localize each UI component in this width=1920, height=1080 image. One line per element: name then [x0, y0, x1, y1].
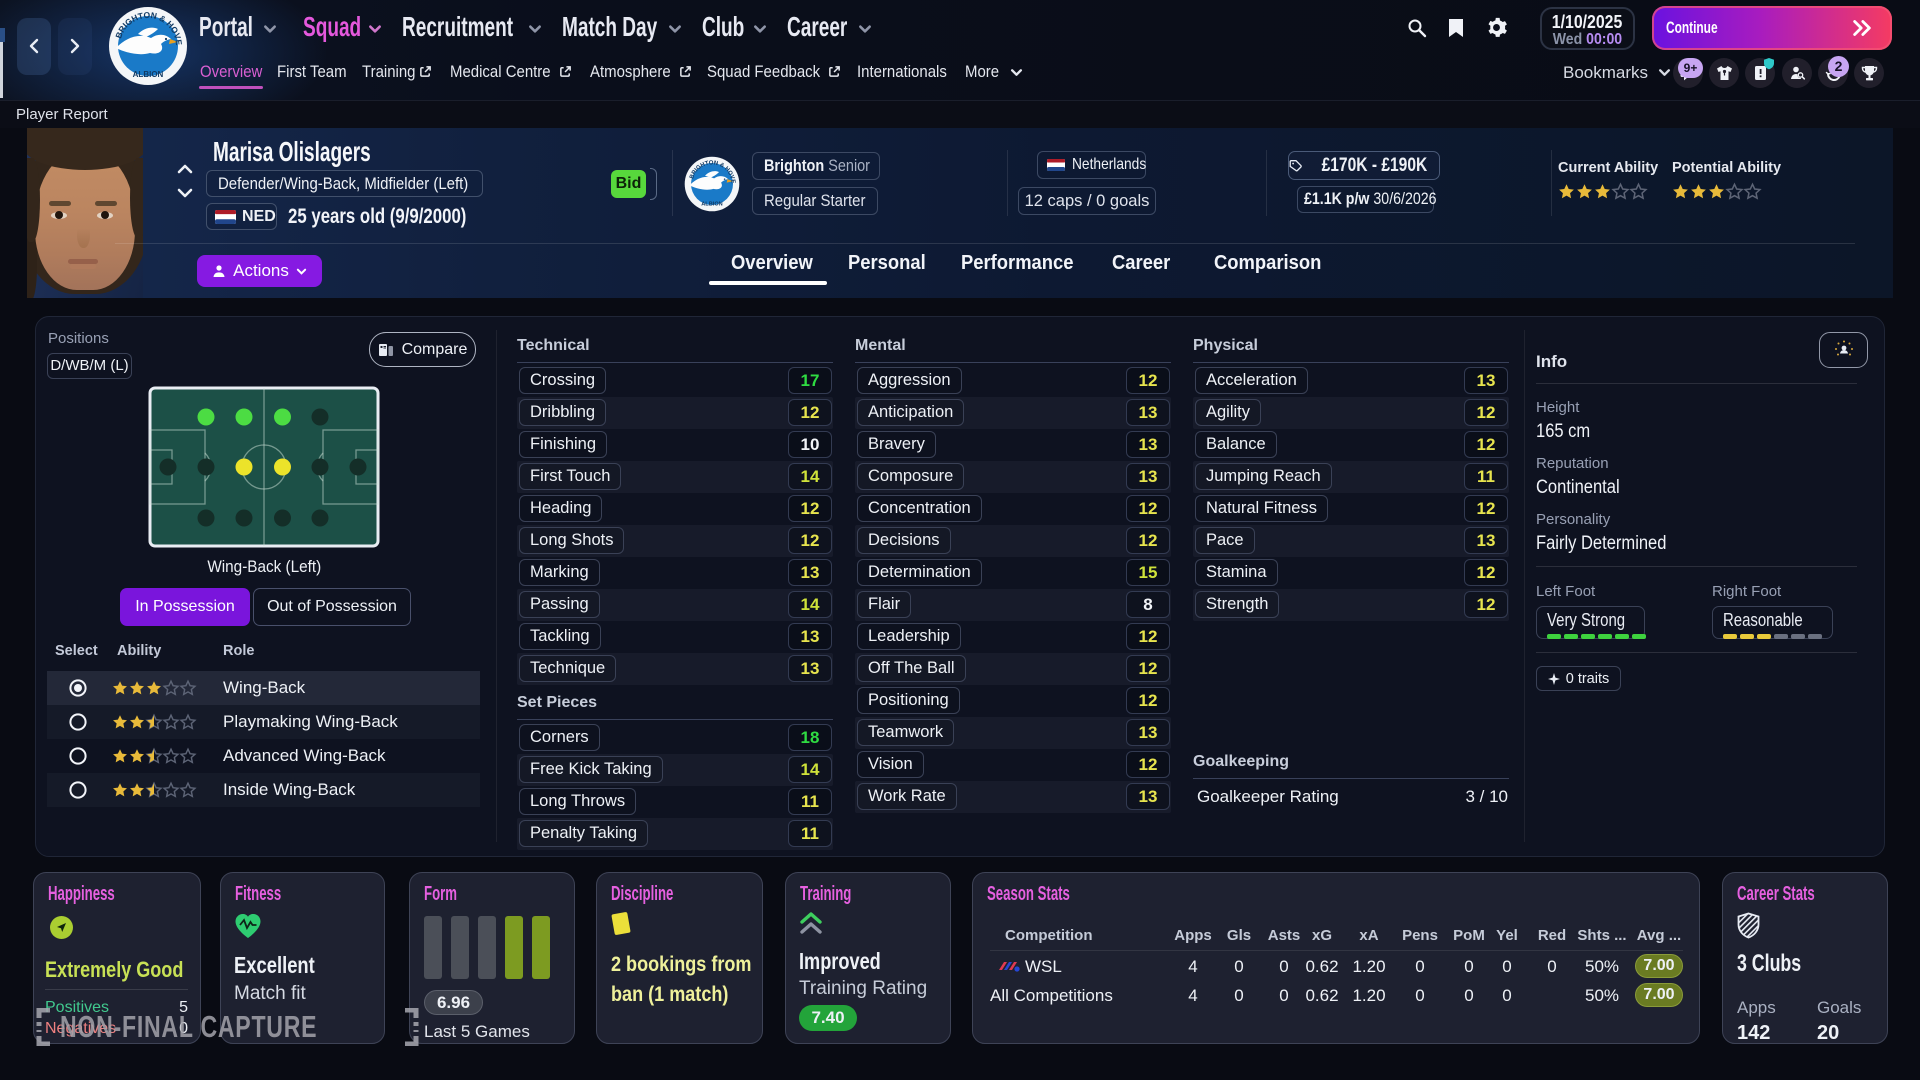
svg-text:ALBION: ALBION: [701, 202, 722, 208]
svg-text:ALBION: ALBION: [133, 70, 164, 79]
